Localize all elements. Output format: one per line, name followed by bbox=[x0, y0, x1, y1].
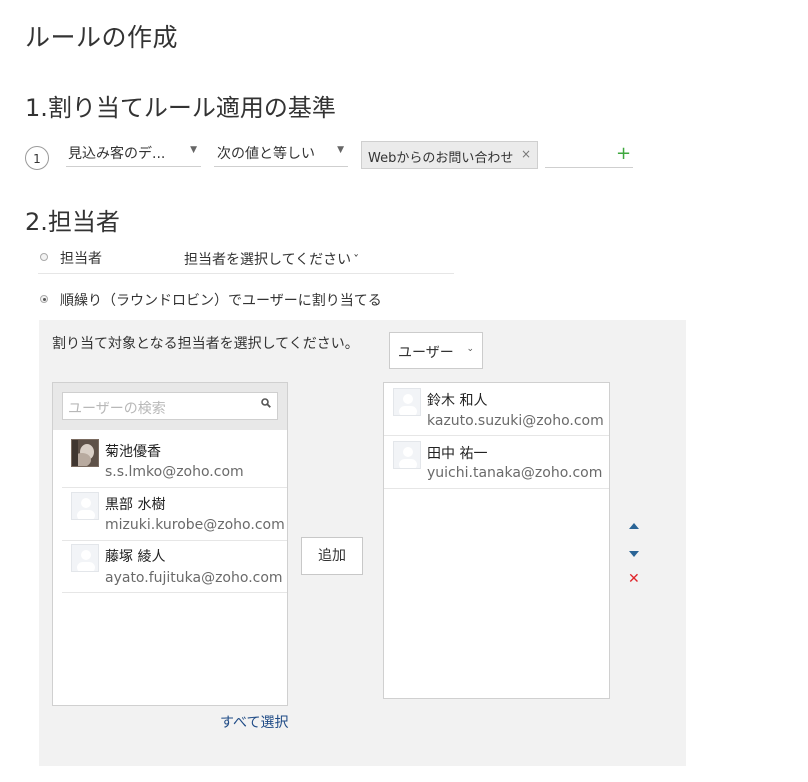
user-search-input[interactable]: ユーザーの検索 bbox=[62, 392, 278, 420]
list-divider bbox=[62, 592, 287, 593]
criteria-value-label: Webからのお問い合わせ bbox=[368, 151, 514, 166]
owner-divider bbox=[38, 273, 454, 274]
add-user-button[interactable]: 追加 bbox=[301, 537, 363, 575]
select-owner-instruction: 割り当て対象となる担当者を選択してください。 bbox=[52, 336, 359, 352]
list-divider bbox=[384, 488, 609, 489]
list-item[interactable] bbox=[53, 541, 287, 592]
chevron-down-icon: ▼ bbox=[190, 145, 197, 155]
page-title: ルールの作成 bbox=[25, 23, 179, 52]
user-type-select[interactable]: ユーザー ⌄ bbox=[389, 332, 483, 369]
criteria-operator-label: 次の値と等しい bbox=[217, 146, 315, 162]
owner-select-placeholder: 担当者を選択してください bbox=[184, 252, 352, 268]
criteria-index-badge: 1 bbox=[25, 146, 49, 170]
list-item[interactable] bbox=[384, 383, 609, 435]
chevron-down-icon: ▼ bbox=[337, 145, 344, 155]
select-all-link[interactable]: すべて選択 bbox=[220, 712, 288, 732]
list-item[interactable] bbox=[53, 432, 287, 487]
criteria-operator-dropdown[interactable]: 次の値と等しい ▼ bbox=[214, 143, 348, 167]
add-criteria-icon[interactable]: + bbox=[616, 143, 631, 165]
chevron-down-icon: ˇ bbox=[353, 253, 360, 267]
round-robin-radio[interactable] bbox=[40, 295, 48, 303]
owner-radio[interactable] bbox=[40, 253, 48, 261]
delete-icon[interactable]: ✕ bbox=[628, 572, 640, 586]
user-type-value: ユーザー bbox=[398, 345, 454, 361]
chip-remove-icon[interactable]: × bbox=[521, 147, 531, 161]
move-up-icon[interactable] bbox=[629, 523, 639, 529]
criteria-field-label: 見込み客のデ... bbox=[68, 146, 166, 162]
section-criteria-title: 1.割り当てルール適用の基準 bbox=[25, 94, 336, 122]
owner-select[interactable]: 担当者を選択してください ˇ bbox=[184, 249, 359, 269]
criteria-field-dropdown[interactable]: 見込み客のデ... ▼ bbox=[66, 143, 201, 167]
owner-radio-label: 担当者 bbox=[60, 251, 102, 267]
round-robin-label: 順繰り（ラウンドロビン）でユーザーに割り当てる bbox=[60, 293, 382, 309]
list-item[interactable] bbox=[384, 436, 609, 488]
criteria-value-chip: Webからのお問い合わせ × bbox=[361, 141, 538, 169]
list-item[interactable] bbox=[53, 488, 287, 540]
search-icon bbox=[261, 398, 271, 408]
move-down-icon[interactable] bbox=[629, 551, 639, 557]
section-owner-title: 2.担当者 bbox=[25, 208, 120, 236]
chevron-down-icon: ⌄ bbox=[466, 344, 474, 354]
